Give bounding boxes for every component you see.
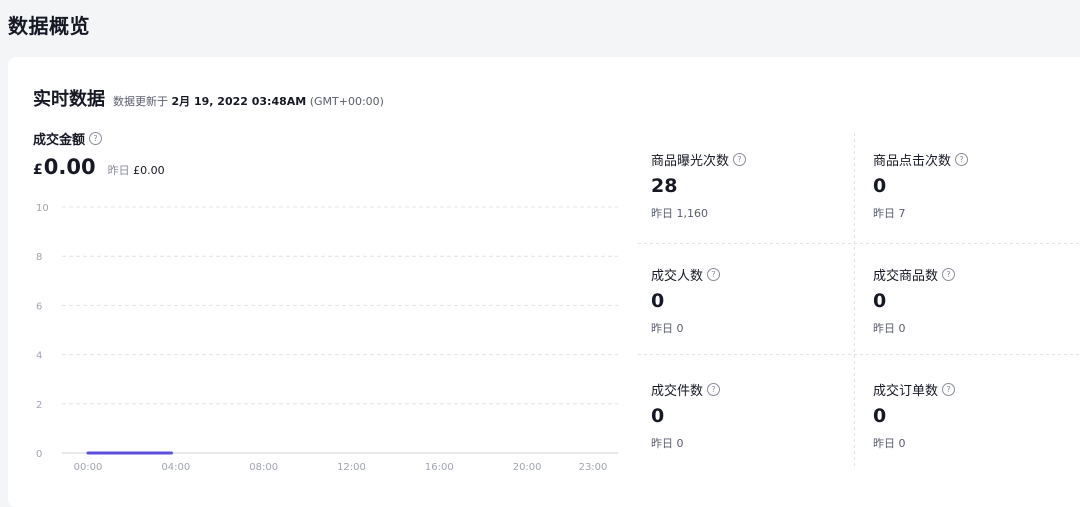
question-circle-icon[interactable]: ? — [955, 153, 969, 166]
metrics-grid: 商品曝光次数? 28 昨日 1,160 商品点击次数? 0 昨日 7 成交人数?… — [638, 133, 1080, 467]
y-tick-label: 10 — [36, 203, 49, 214]
update-info: 数据更新于 2月 19, 2022 03:48AM (GMT+00:00) — [113, 93, 384, 109]
realtime-data-card: 实时数据 数据更新于 2月 19, 2022 03:48AM (GMT+00:0… — [8, 57, 1080, 507]
gmv-label: 成交金额 ? — [33, 129, 103, 148]
metric-label-text: 成交人数 — [651, 269, 704, 284]
metric-label-text: 商品曝光次数 — [651, 154, 730, 169]
x-tick-label: 12:00 — [337, 462, 366, 473]
metric-orders: 成交订单数? 0 昨日 0 — [860, 363, 1080, 474]
question-circle-icon[interactable]: ? — [707, 383, 721, 396]
gmv-value: £ 0.00 昨日 £0.00 — [33, 155, 165, 179]
question-circle-icon[interactable]: ? — [707, 268, 721, 281]
x-tick-label: 23:00 — [579, 462, 608, 473]
metric-label-text: 商品点击次数 — [873, 154, 952, 169]
metric-yesterday: 昨日 7 — [873, 207, 906, 220]
question-circle-icon[interactable]: ? — [733, 153, 747, 166]
metric-yesterday: 昨日 1,160 — [651, 207, 708, 220]
realtime-title: 实时数据 — [33, 89, 105, 110]
metric-label: 商品点击次数? — [873, 150, 969, 169]
x-tick-label: 08:00 — [249, 462, 278, 473]
x-tick-label: 16:00 — [425, 462, 454, 473]
x-tick-label: 20:00 — [513, 462, 542, 473]
metric-buyers: 成交人数? 0 昨日 0 — [638, 248, 859, 359]
metric-yesterday: 昨日 0 — [873, 322, 906, 335]
metric-yesterday: 昨日 0 — [651, 322, 684, 335]
metric-yesterday: 昨日 0 — [873, 437, 906, 450]
update-timezone: (GMT+00:00) — [309, 95, 384, 108]
metric-units-sold: 成交件数? 0 昨日 0 — [638, 363, 859, 474]
y-tick-label: 0 — [36, 449, 42, 460]
y-tick-label: 8 — [36, 252, 42, 263]
update-time: 2月 19, 2022 03:48AM — [171, 95, 307, 108]
metric-value: 28 — [651, 175, 678, 197]
gmv-currency: £ — [33, 162, 43, 178]
x-tick-label: 04:00 — [161, 462, 190, 473]
update-prefix: 数据更新于 — [113, 95, 168, 108]
metric-label: 成交订单数? — [873, 380, 956, 399]
metric-label-text: 成交件数 — [651, 384, 704, 399]
gmv-yesterday-label: 昨日 — [107, 164, 130, 177]
question-circle-icon[interactable]: ? — [942, 383, 956, 396]
metric-value: 0 — [873, 405, 887, 427]
metric-label: 成交人数? — [651, 265, 721, 284]
metric-value: 0 — [651, 405, 665, 427]
x-tick-label: 00:00 — [74, 462, 103, 473]
y-tick-label: 6 — [36, 301, 42, 312]
realtime-header: 实时数据 数据更新于 2月 19, 2022 03:48AM (GMT+00:0… — [33, 85, 384, 111]
metric-value: 0 — [873, 175, 887, 197]
metric-impressions: 商品曝光次数? 28 昨日 1,160 — [638, 133, 859, 244]
metric-value: 0 — [651, 290, 665, 312]
metric-products-sold: 成交商品数? 0 昨日 0 — [860, 248, 1080, 359]
question-circle-icon[interactable]: ? — [942, 268, 956, 281]
y-tick-label: 2 — [36, 400, 42, 411]
metric-label: 商品曝光次数? — [651, 150, 747, 169]
metric-label-text: 成交订单数 — [873, 384, 939, 399]
metric-value: 0 — [873, 290, 887, 312]
metric-clicks: 商品点击次数? 0 昨日 7 — [860, 133, 1080, 244]
metric-label: 成交商品数? — [873, 265, 956, 284]
page-title: 数据概览 — [8, 14, 90, 38]
gmv-yesterday: 昨日 £0.00 — [108, 162, 165, 178]
question-circle-icon[interactable]: ? — [89, 132, 103, 145]
metric-label-text: 成交商品数 — [873, 269, 939, 284]
gmv-amount: 0.00 — [43, 155, 96, 179]
y-tick-label: 4 — [36, 351, 42, 362]
gmv-line-chart[interactable]: 0 2 4 6 8 10 00:00 04:00 08:00 12:00 16:00 20:00 23:… — [28, 197, 628, 487]
metric-label: 成交件数? — [651, 380, 721, 399]
gmv-yesterday-value: £0.00 — [133, 164, 165, 177]
metric-yesterday: 昨日 0 — [651, 437, 684, 450]
gmv-label-text: 成交金额 — [33, 133, 86, 148]
